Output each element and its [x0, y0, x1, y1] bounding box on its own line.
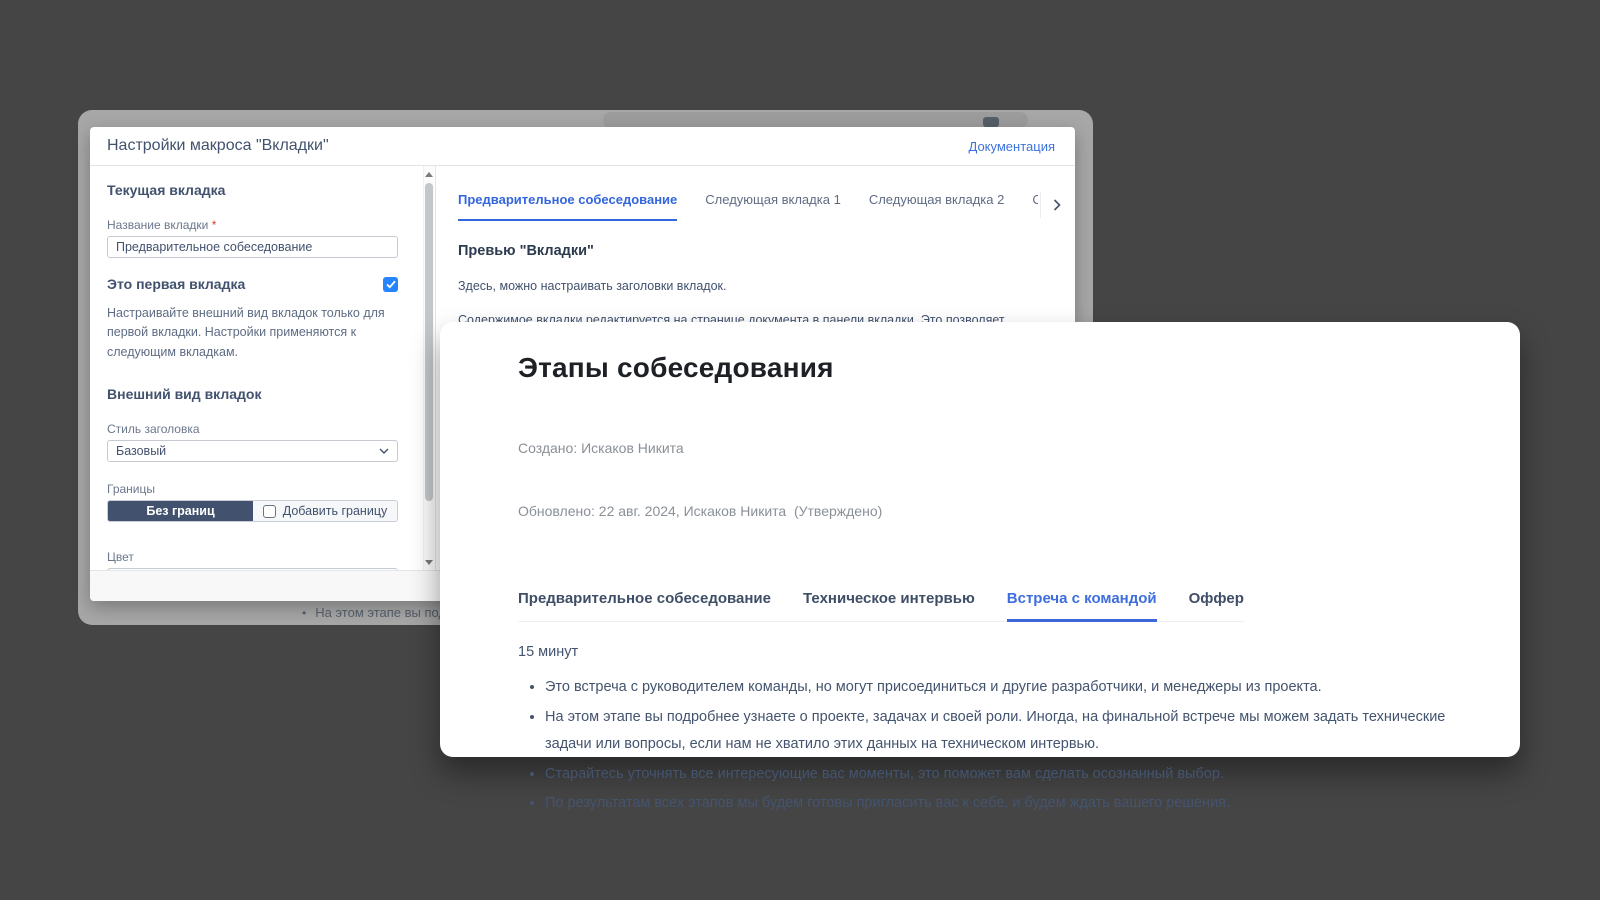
page-meta: Создано: Искаков Никита Обновлено: 22 ав…: [518, 396, 1450, 564]
preview-heading: Превью "Вкладки": [458, 243, 1075, 259]
updated-by: Обновлено: 22 авг. 2024, Искаков Никита …: [518, 501, 1450, 522]
card-tab[interactable]: Встреча с командой: [1007, 590, 1157, 621]
preview-tab[interactable]: Следующ: [1032, 192, 1038, 221]
borders-segmented-control: Без границ Добавить границу: [107, 500, 398, 522]
section-current-tab: Текущая вкладка: [107, 182, 405, 198]
chevron-down-icon: [379, 448, 389, 454]
header-style-select[interactable]: Базовый: [107, 440, 398, 462]
add-border-segment[interactable]: Добавить границу: [253, 501, 397, 521]
scroll-up-button[interactable]: [424, 168, 434, 180]
borders-label: Границы: [107, 482, 405, 496]
scrollbar-thumb[interactable]: [425, 183, 433, 501]
list-item: На этом этапе вы подробнее узнаете о про…: [545, 704, 1450, 759]
list-item: Это встреча с руководителем команды, но …: [545, 674, 1450, 702]
card-tab[interactable]: Предварительное собеседование: [518, 590, 771, 621]
add-border-checkbox[interactable]: [263, 505, 276, 518]
required-asterisk: *: [212, 218, 217, 232]
preview-tab[interactable]: Следующая вкладка 2: [869, 192, 1005, 221]
check-icon: [386, 280, 396, 289]
created-by: Создано: Искаков Никита: [518, 438, 1450, 459]
preview-tab[interactable]: Следующая вкладка 1: [705, 192, 841, 221]
first-tab-hint: Настраивайте внешний вид вкладок только …: [107, 304, 407, 362]
bullet-list: Это встреча с руководителем команды, но …: [518, 674, 1450, 818]
first-tab-label: Это первая вкладка: [107, 276, 245, 292]
duration-text: 15 минут: [518, 644, 1450, 660]
settings-panel: Текущая вкладка Название вкладки * Это п…: [90, 166, 436, 570]
first-tab-checkbox[interactable]: [383, 277, 398, 292]
interview-stages-card: Этапы собеседования Создано: Искаков Ник…: [440, 322, 1520, 757]
color-select[interactable]: По умолчанию: [107, 568, 398, 570]
preview-tab[interactable]: Предварительное собеседование: [458, 192, 677, 221]
dialog-title: Настройки макроса "Вкладки": [107, 137, 329, 155]
background-window-icon: [983, 117, 999, 127]
section-appearance: Внешний вид вкладок: [107, 386, 405, 402]
tabs-scroll-right-button[interactable]: [1040, 192, 1061, 218]
bullet-icon: •: [302, 606, 306, 620]
card-tab[interactable]: Техническое интервью: [803, 590, 975, 621]
list-item: Старайтесь уточнять все интересующие вас…: [545, 761, 1450, 789]
tab-name-label: Название вкладки *: [107, 218, 405, 232]
color-label: Цвет: [107, 550, 405, 564]
preview-tab-bar: Предварительное собеседование Следующая …: [458, 192, 1038, 221]
chevron-right-icon: [1053, 199, 1061, 211]
panel-scrollbar[interactable]: [423, 166, 434, 570]
card-tab[interactable]: Оффер: [1189, 590, 1244, 621]
preview-paragraph: Здесь, можно настраивать заголовки вклад…: [458, 279, 1075, 293]
dialog-header: Настройки макроса "Вкладки" Документация: [90, 127, 1075, 166]
list-item: По результатам всех этапов мы будем гото…: [545, 790, 1450, 818]
background-toolbar: [603, 112, 1028, 128]
no-border-segment[interactable]: Без границ: [108, 501, 253, 521]
scroll-down-button[interactable]: [424, 556, 434, 568]
card-tab-bar: Предварительное собеседование Техническо…: [518, 590, 1244, 622]
header-style-label: Стиль заголовка: [107, 422, 405, 436]
tab-name-input[interactable]: [107, 236, 398, 258]
documentation-link[interactable]: Документация: [969, 139, 1056, 154]
page-title: Этапы собеседования: [518, 352, 1450, 384]
